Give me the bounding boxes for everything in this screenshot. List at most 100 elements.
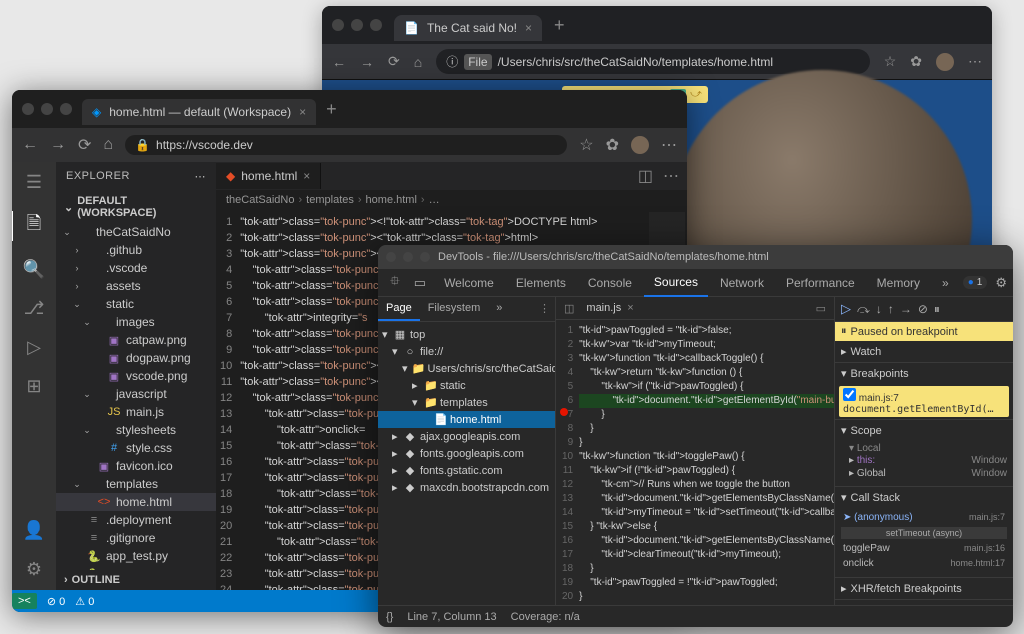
devtools-tab-performance[interactable]: Performance [776, 270, 865, 296]
tree-item[interactable]: JSmain.js [56, 403, 216, 421]
tree-item[interactable]: ⌄javascript [56, 385, 216, 403]
errors-count[interactable]: ⊘ 0 [47, 595, 65, 608]
nav-tree-item[interactable]: 📄home.html [378, 411, 555, 428]
settings-gear-icon[interactable]: ⚙ [26, 559, 42, 580]
devtools-tab-sources[interactable]: Sources [644, 269, 708, 297]
menu-icon[interactable]: ☰ [26, 172, 42, 193]
settings-gear-icon[interactable]: ⚙ [989, 275, 1013, 291]
tree-item[interactable]: <>home.html [56, 493, 216, 511]
nav-tab[interactable]: Filesystem [420, 297, 489, 321]
account-icon[interactable]: 👤 [23, 520, 45, 541]
format-braces[interactable]: {} [386, 611, 393, 623]
nav-tree-item[interactable]: ▸📁static [378, 377, 555, 394]
source-control-icon[interactable]: ⎇ [24, 298, 45, 319]
back-icon[interactable]: ← [22, 136, 38, 154]
tree-item[interactable]: ›.vscode [56, 259, 216, 277]
tree-item[interactable]: #style.css [56, 439, 216, 457]
tree-item[interactable]: 🐍app_test.py [56, 547, 216, 565]
pause-exceptions-icon[interactable]: ⏸ [934, 302, 940, 317]
nav-tree-item[interactable]: ▸◆fonts.gstatic.com [378, 462, 555, 479]
forward-icon[interactable]: → [50, 136, 66, 154]
forward-icon[interactable]: → [360, 54, 374, 70]
profile-avatar[interactable] [936, 53, 954, 71]
devtools-tab-welcome[interactable]: Welcome [434, 270, 504, 296]
watch-section[interactable]: ▸Watch [835, 341, 1013, 362]
nav-tree-item[interactable]: ▸◆fonts.googleapis.com [378, 445, 555, 462]
more-icon[interactable]: ⋯ [195, 170, 207, 183]
inspect-icon[interactable]: ⯐ [384, 272, 406, 294]
nav-tab[interactable]: Page [378, 297, 420, 321]
breakpoints-section[interactable]: ▾Breakpoints [835, 363, 1013, 384]
tree-item[interactable]: ⌄static [56, 295, 216, 313]
favorite-icon[interactable]: ☆ [884, 53, 897, 70]
browser-tab[interactable]: 📄 The Cat said No! × [394, 15, 542, 41]
close-icon[interactable]: × [627, 302, 633, 314]
breadcrumbs[interactable]: theCatSaidNo›templates›home.html›… [216, 190, 687, 210]
close-icon[interactable]: × [525, 21, 532, 35]
search-icon[interactable]: 🔍 [23, 259, 45, 280]
back-icon[interactable]: ← [332, 54, 346, 70]
tree-item[interactable]: ▣vscode.png [56, 367, 216, 385]
devtools-tab-network[interactable]: Network [710, 270, 774, 296]
nav-tree-item[interactable]: ▾📁Users/chris/src/theCatSaidNo [378, 360, 555, 377]
resume-icon[interactable]: ▷ [841, 301, 851, 317]
nav-tree-item[interactable]: ▸◆maxcdn.bootstrapcdn.com [378, 479, 555, 496]
new-tab-button[interactable]: + [326, 99, 337, 120]
tree-item[interactable]: ⌄theCatSaidNo [56, 223, 216, 241]
stack-frame[interactable]: ➤ (anonymous)main.js:7 [841, 510, 1007, 525]
nav-tree-item[interactable]: ▸◆ajax.googleapis.com [378, 428, 555, 445]
dom-breakpoints-section[interactable]: ▸DOM Breakpoints [835, 600, 1013, 605]
stack-frame[interactable]: onclickhome.html:17 [841, 556, 1007, 571]
browser-tab[interactable]: ◈ home.html — default (Workspace) × [82, 99, 316, 125]
more-icon[interactable]: ⋯ [663, 166, 679, 186]
step-over-icon[interactable]: ⤼ [857, 302, 870, 317]
nav-tree-item[interactable]: ▾▦top [378, 326, 555, 343]
tree-item[interactable]: ▣catpaw.png [56, 331, 216, 349]
source-tab[interactable]: main.js × [578, 297, 641, 319]
workspace-header[interactable]: ⌄DEFAULT (WORKSPACE) [56, 191, 216, 223]
breakpoint-item[interactable]: main.js:7 document.getElementById(… [839, 386, 1009, 417]
window-controls[interactable] [386, 252, 430, 262]
scope-section[interactable]: ▾Scope [835, 420, 1013, 441]
step-out-icon[interactable]: ↑ [888, 302, 894, 316]
editor-tab[interactable]: ◆ home.html × [216, 163, 321, 189]
device-icon[interactable]: ▭ [408, 275, 432, 291]
address-bar[interactable]: 🔒 https://vscode.dev [125, 135, 567, 155]
issues-badge[interactable]: ●1 [963, 276, 988, 289]
menu-icon[interactable]: ⋯ [968, 53, 982, 70]
step-icon[interactable]: → [900, 302, 912, 316]
favorite-icon[interactable]: ☆ [579, 135, 593, 155]
run-debug-icon[interactable]: ▷ [27, 337, 41, 358]
tree-item[interactable]: ▣favicon.ico [56, 457, 216, 475]
source-editor[interactable]: 1234567891011121314151617181920212223 "t… [556, 320, 834, 605]
tree-item[interactable]: ›.github [56, 241, 216, 259]
tree-item[interactable]: ▣dogpaw.png [56, 349, 216, 367]
window-controls[interactable] [332, 19, 382, 31]
tree-item[interactable]: ⌄templates [56, 475, 216, 493]
menu-icon[interactable]: ⋯ [661, 135, 677, 155]
warnings-count[interactable]: ⚠ 0 [75, 595, 94, 608]
extensions-icon[interactable]: ✿ [606, 135, 619, 155]
devtools-tab-elements[interactable]: Elements [506, 270, 576, 296]
tree-item[interactable]: ⌄images [56, 313, 216, 331]
nav-tree-item[interactable]: ▾📁templates [378, 394, 555, 411]
home-icon[interactable]: ⌂ [414, 54, 422, 70]
close-icon[interactable]: × [303, 169, 310, 183]
close-icon[interactable]: × [299, 105, 306, 119]
home-icon[interactable]: ⌂ [103, 136, 113, 154]
nav-tree-item[interactable]: ▾○file:// [378, 343, 555, 360]
more-icon[interactable]: ▭ [812, 302, 830, 315]
step-into-icon[interactable]: ↓ [876, 302, 882, 316]
extensions-icon[interactable]: ✿ [910, 53, 922, 70]
remote-indicator[interactable]: >< [12, 593, 37, 609]
step-icon[interactable]: ⤻ [690, 88, 702, 101]
tree-item[interactable]: ›assets [56, 277, 216, 295]
profile-avatar[interactable] [631, 136, 649, 154]
tree-item[interactable]: ≡.gitignore [56, 529, 216, 547]
deactivate-bp-icon[interactable]: ⊘ [918, 302, 928, 316]
new-tab-button[interactable]: + [554, 15, 565, 36]
devtools-tab-console[interactable]: Console [578, 270, 642, 296]
callstack-section[interactable]: ▾Call Stack [835, 487, 1013, 508]
window-controls[interactable] [22, 103, 72, 115]
reload-icon[interactable]: ⟳ [388, 53, 400, 70]
